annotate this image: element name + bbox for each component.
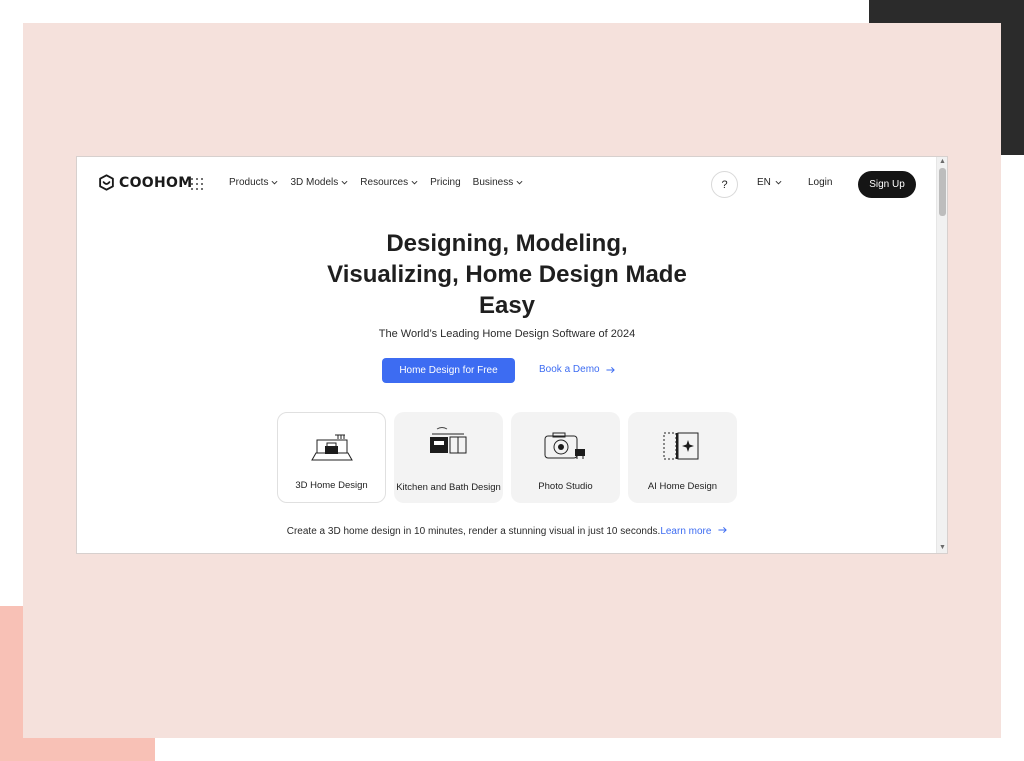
scrollbar-thumb[interactable] bbox=[939, 168, 946, 216]
card-ai-home-design[interactable]: AI Home Design bbox=[628, 412, 737, 503]
scroll-down-arrow-icon[interactable]: ▼ bbox=[937, 543, 947, 553]
apps-grid-icon[interactable] bbox=[191, 178, 203, 190]
language-selector[interactable]: EN bbox=[757, 177, 782, 188]
feature-note: Create a 3D home design in 10 minutes, r… bbox=[77, 526, 937, 537]
arrow-right-icon bbox=[606, 366, 615, 373]
menu-3d-models[interactable]: 3D Models bbox=[290, 177, 348, 188]
chevron-down-icon bbox=[341, 180, 348, 185]
card-photo-studio[interactable]: Photo Studio bbox=[511, 412, 620, 503]
camera-icon bbox=[544, 432, 585, 459]
login-link[interactable]: Login bbox=[808, 177, 832, 188]
card-label: Kitchen and Bath Design bbox=[396, 482, 501, 493]
card-label: Photo Studio bbox=[538, 481, 593, 492]
menu-resources[interactable]: Resources bbox=[360, 177, 418, 188]
chevron-down-icon bbox=[272, 180, 278, 185]
card-label: 3D Home Design bbox=[295, 480, 368, 491]
learn-more-link[interactable]: Learn more bbox=[660, 526, 711, 537]
book-demo-link[interactable]: Book a Demo bbox=[539, 364, 615, 375]
arrow-right-icon bbox=[718, 526, 728, 534]
kitchen-icon bbox=[430, 427, 467, 454]
hero-title: Designing, Modeling, Visualizing, Home D… bbox=[327, 230, 687, 319]
coohom-logo-icon bbox=[99, 174, 114, 191]
home-design-free-button[interactable]: Home Design for Free bbox=[382, 358, 515, 383]
chevron-down-icon bbox=[516, 180, 523, 185]
help-button[interactable]: ? bbox=[711, 171, 738, 198]
brand-name: COOHOM bbox=[119, 174, 193, 191]
card-3d-home-design[interactable]: 3D Home Design bbox=[277, 412, 386, 503]
room-3d-icon bbox=[311, 434, 353, 461]
browser-viewport: COOHOM Products 3D Models Resources Pric… bbox=[76, 156, 948, 554]
menu-products[interactable]: Products bbox=[229, 177, 278, 188]
card-kitchen-bath-design[interactable]: Kitchen and Bath Design bbox=[394, 412, 503, 503]
top-navigation: COOHOM Products 3D Models Resources Pric… bbox=[77, 157, 937, 213]
vertical-scrollbar[interactable]: ▲ ▼ bbox=[936, 157, 947, 553]
menu-pricing[interactable]: Pricing bbox=[430, 177, 461, 188]
signup-button[interactable]: Sign Up bbox=[858, 171, 916, 198]
scroll-up-arrow-icon[interactable]: ▲ bbox=[937, 157, 947, 167]
menu-business[interactable]: Business bbox=[473, 177, 524, 188]
feature-cards: 3D Home Design Kitchen and Bath Design P… bbox=[277, 412, 737, 503]
main-menu: Products 3D Models Resources Pricing Bus… bbox=[229, 177, 523, 188]
chevron-down-icon bbox=[411, 180, 418, 185]
card-label: AI Home Design bbox=[647, 481, 718, 492]
brand-logo[interactable]: COOHOM bbox=[98, 174, 192, 191]
ai-sparkle-icon bbox=[663, 432, 699, 460]
chevron-down-icon bbox=[775, 180, 782, 185]
hero-subtitle: The World’s Leading Home Design Software… bbox=[378, 328, 636, 340]
